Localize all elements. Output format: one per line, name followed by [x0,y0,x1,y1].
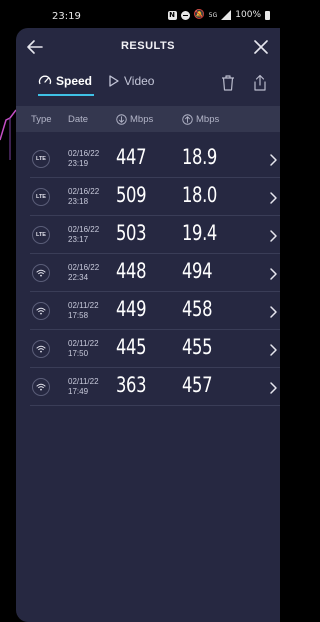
network-type: 5G [208,11,218,19]
status-icons: N 🔕 5G 100% [167,10,270,20]
download-value: 509 [116,183,147,207]
result-row[interactable]: 02/11/22 17:58 449 458 [30,292,280,330]
result-date: 02/16/22 [68,149,100,158]
download-value: 448 [116,259,147,283]
tab-speed-label: Speed [56,74,93,88]
download-value: 363 [116,373,147,397]
result-row[interactable]: LTE 02/16/22 23:19 447 18.9 [30,140,280,178]
upload-value: 18.9 [182,145,217,169]
tab-speed[interactable]: Speed [38,74,92,88]
upload-value: 19.4 [182,221,217,245]
speedometer-icon [38,75,52,85]
column-upload-label: Mbps [196,114,220,125]
lte-label: LTE [36,156,46,162]
chevron-right-icon[interactable] [268,342,278,356]
result-datetime: 02/16/22 23:19 [68,149,99,169]
result-date: 02/16/22 [68,225,100,234]
active-tab-indicator [38,94,94,96]
result-time: 23:18 [68,197,89,206]
result-row[interactable]: 02/16/22 22:34 448 494 [30,254,280,292]
download-value: 445 [116,335,147,359]
download-value: 503 [116,221,147,245]
upload-value: 455 [182,335,213,359]
download-value: 447 [116,145,147,169]
lte-icon: LTE [32,150,50,168]
result-time: 23:19 [68,159,89,168]
wifi-icon [32,302,50,320]
lte-icon: LTE [32,226,50,244]
background-graph [0,109,16,160]
result-datetime: 02/16/22 22:34 [68,263,99,283]
lte-label: LTE [36,194,46,200]
result-time: 17:58 [68,311,89,320]
trash-icon[interactable] [220,74,236,92]
upload-value: 458 [182,297,213,321]
upload-value: 18.0 [182,183,217,207]
chevron-right-icon[interactable] [268,380,278,394]
result-row[interactable]: 02/11/22 17:49 363 457 [30,368,280,406]
column-type[interactable]: Type [31,114,52,125]
do-not-disturb-icon [180,10,190,20]
download-value: 449 [116,297,147,321]
result-datetime: 02/11/22 17:50 [68,339,99,359]
page-title: RESULTS [120,40,176,52]
chevron-right-icon[interactable] [268,190,278,204]
results-list: LTE 02/16/22 23:19 447 18.9 LTE 02/16/22 23:18 5… [30,140,280,406]
result-date: 02/11/22 [68,339,99,348]
result-row[interactable]: LTE 02/16/22 23:17 503 19.4 [30,216,280,254]
result-time: 17:49 [68,387,89,396]
chevron-right-icon[interactable] [268,152,278,166]
lte-label: LTE [36,232,46,238]
tab-video-label: Video [124,74,155,88]
result-datetime: 02/11/22 17:58 [68,301,99,321]
result-datetime: 02/16/22 23:18 [68,187,99,207]
share-icon[interactable] [252,74,268,92]
result-row[interactable]: 02/11/22 17:50 445 455 [30,330,280,368]
column-header: Type Date Mbps Mbps [16,106,280,132]
panel-header: RESULTS [16,28,280,66]
result-date: 02/11/22 [68,377,99,386]
wifi-icon [32,340,50,358]
wifi-icon [32,264,50,282]
results-panel: RESULTS Speed Video Type Date Mbps Mbps … [16,28,280,622]
play-icon [109,75,119,87]
close-icon[interactable] [252,38,270,56]
result-date: 02/16/22 [68,263,100,272]
chevron-right-icon[interactable] [268,228,278,242]
upload-arrow-icon [182,114,193,125]
upload-value: 457 [182,373,213,397]
column-upload[interactable]: Mbps [182,114,219,125]
tab-bar: Speed Video [16,66,280,106]
wifi-icon [32,378,50,396]
status-bar: 23:19 N 🔕 5G 100% [0,0,280,28]
status-time: 23:19 [52,11,81,22]
battery-icon [265,10,270,20]
result-date: 02/11/22 [68,301,99,310]
chevron-right-icon[interactable] [268,304,278,318]
upload-value: 494 [182,259,213,283]
column-date[interactable]: Date [68,114,88,125]
result-time: 23:17 [68,235,89,244]
result-time: 17:50 [68,349,89,358]
lte-icon: LTE [32,188,50,206]
column-download-label: Mbps [130,114,154,125]
column-download[interactable]: Mbps [116,114,153,125]
mute-icon: 🔕 [193,10,205,20]
result-datetime: 02/16/22 23:17 [68,225,99,245]
result-date: 02/16/22 [68,187,100,196]
result-row[interactable]: LTE 02/16/22 23:18 509 18.0 [30,178,280,216]
download-arrow-icon [116,114,127,125]
chevron-right-icon[interactable] [268,266,278,280]
result-datetime: 02/11/22 17:49 [68,377,99,397]
result-time: 22:34 [68,273,89,282]
signal-icon [221,10,232,20]
nfc-icon: N [167,10,177,20]
tab-video[interactable]: Video [108,74,154,88]
battery-percent: 100% [235,10,261,20]
